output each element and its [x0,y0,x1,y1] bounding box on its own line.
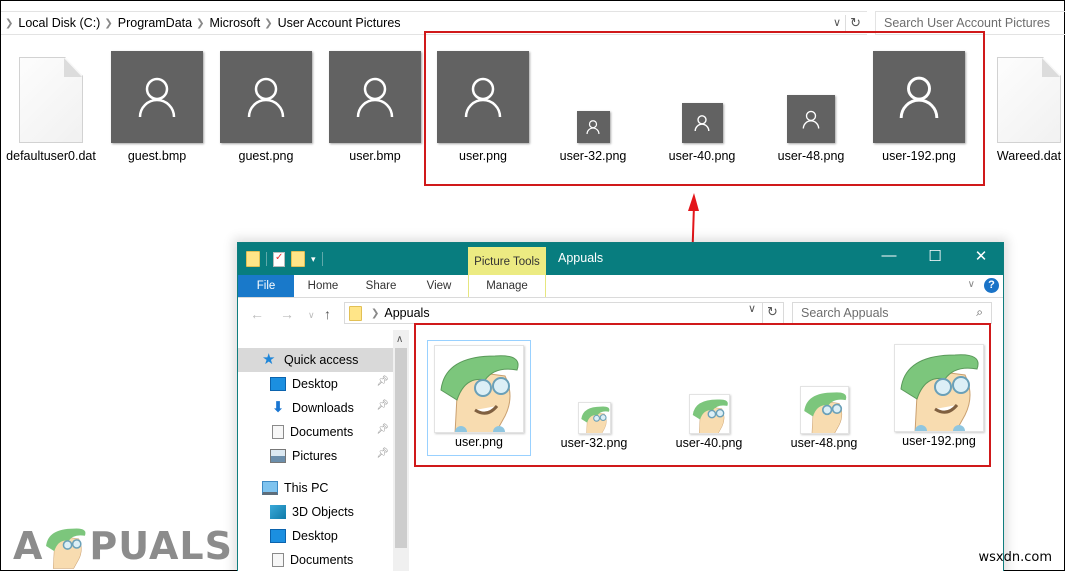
appuals-watermark: A PUALS [13,523,233,569]
desktop-icon [270,529,286,543]
sidebar-item-desktop[interactable]: Desktop 📌︎ [238,372,393,396]
help-icon[interactable]: ? [984,278,999,293]
search-icon: ⌕ [976,305,983,319]
forward-button[interactable]: → [280,306,294,322]
customize-toolbar-icon[interactable]: ▾ [311,254,316,264]
breadcrumb-user-account-pictures[interactable]: User Account Pictures [278,16,401,30]
file-name: Wareed.dat [996,149,1062,163]
minimize-button[interactable]: — [874,247,904,264]
document-file-icon [997,57,1061,143]
folder-icon [349,305,362,321]
search-placeholder: Search Appuals [801,306,889,320]
tab-file[interactable]: File [238,275,294,297]
expand-ribbon-icon[interactable]: ∨ [968,279,975,290]
this-pc-icon [262,481,278,495]
user-avatar-icon [329,51,421,143]
ribbon-tabs: File Home Share View Manage ∨ ? [238,275,1003,298]
documents-icon [272,425,284,439]
tab-home[interactable]: Home [294,275,352,297]
user-avatar-icon [220,51,312,143]
file-name: user.bmp [349,149,401,163]
chevron-right-icon: ❯ [5,17,14,29]
chevron-right-icon: ❯ [104,17,113,29]
new-folder-icon[interactable] [291,251,305,267]
refresh-icon[interactable]: ↻ [845,15,861,31]
document-file-icon [19,57,83,143]
sidebar-item-downloads[interactable]: ⬇ Downloads 📌︎ [238,396,393,420]
close-button[interactable]: ✕ [966,247,996,265]
sidebar-item-documents[interactable]: Documents 📌︎ [238,420,393,444]
folder-icon[interactable] [246,251,260,267]
pin-icon[interactable]: 📌︎ [376,424,389,435]
file-item[interactable]: guest.png [216,51,316,163]
address-history-dropdown[interactable]: ∨ [748,302,756,315]
maximize-button[interactable]: ☐ [920,247,950,265]
downloads-icon: ⬇ [271,399,285,416]
sidebar-item-3d-objects[interactable]: 3D Objects [238,500,393,524]
pin-icon[interactable]: 📌︎ [376,400,389,411]
quick-access-toolbar: ▾ [246,251,323,267]
recent-locations-icon[interactable]: ∨ [308,310,315,321]
chevron-right-icon: ❯ [264,17,273,29]
highlight-box-bottom [414,323,991,467]
highlight-box-top [424,31,985,186]
user-avatar-icon [111,51,203,143]
sidebar-item-this-pc[interactable]: This PC [238,476,393,500]
up-button[interactable]: ↑ [324,306,331,322]
chevron-right-icon: ❯ [371,307,380,319]
sidebar-item-pc-documents[interactable]: Documents [238,548,393,571]
file-name: defaultuser0.dat [6,149,96,163]
picture-tools-tab-group: Picture Tools [468,247,546,275]
file-name: guest.png [238,149,294,163]
title-bar: ▾ Picture Tools Appuals — ☐ ✕ [238,243,1003,275]
pictures-icon [270,449,286,463]
file-item[interactable]: Wareed.dat [979,51,1065,163]
3d-objects-icon [270,505,286,519]
sidebar-item-pc-desktop[interactable]: Desktop [238,524,393,548]
file-item[interactable]: defaultuser0.dat [1,51,101,163]
scrollbar-thumb[interactable] [395,348,407,548]
breadcrumb-appuals[interactable]: Appuals [384,306,429,320]
documents-icon [272,553,284,567]
window-title: Appuals [558,251,604,265]
breadcrumb-local-disk[interactable]: Local Disk (C:) [18,16,100,30]
tab-manage[interactable]: Manage [468,275,546,297]
refresh-icon[interactable]: ↻ [762,302,782,324]
sidebar-item-quick-access[interactable]: ★ Quick access [238,348,393,372]
breadcrumb-programdata[interactable]: ProgramData [118,16,192,30]
back-button[interactable]: ← [250,306,264,322]
breadcrumb-microsoft[interactable]: Microsoft [209,16,260,30]
sidebar-scrollbar[interactable]: ∧ [393,330,409,571]
pin-icon[interactable]: 📌︎ [376,376,389,387]
pin-icon[interactable]: 📌︎ [376,448,389,459]
scroll-up-icon[interactable]: ∧ [396,334,403,345]
tab-view[interactable]: View [410,275,468,297]
navigation-pane: ★ Quick access Desktop 📌︎ ⬇ Downloads 📌︎… [238,330,409,571]
search-input[interactable]: Search Appuals ⌕ [792,302,992,324]
tab-share[interactable]: Share [352,275,410,297]
file-name: guest.bmp [127,149,187,163]
file-item[interactable]: guest.bmp [107,51,207,163]
star-icon: ★ [262,351,276,368]
address-history-dropdown[interactable]: ∨ [833,16,841,29]
properties-icon[interactable] [273,251,285,267]
appuals-mascot-icon [43,523,89,569]
address-bar[interactable]: ❯ Appuals [344,302,784,324]
sidebar-item-pictures[interactable]: Pictures 📌︎ [238,444,393,468]
file-item[interactable]: user.bmp [325,51,425,163]
desktop-icon [270,377,286,391]
chevron-right-icon: ❯ [196,17,205,29]
site-watermark: wsxdn.com [978,550,1053,565]
